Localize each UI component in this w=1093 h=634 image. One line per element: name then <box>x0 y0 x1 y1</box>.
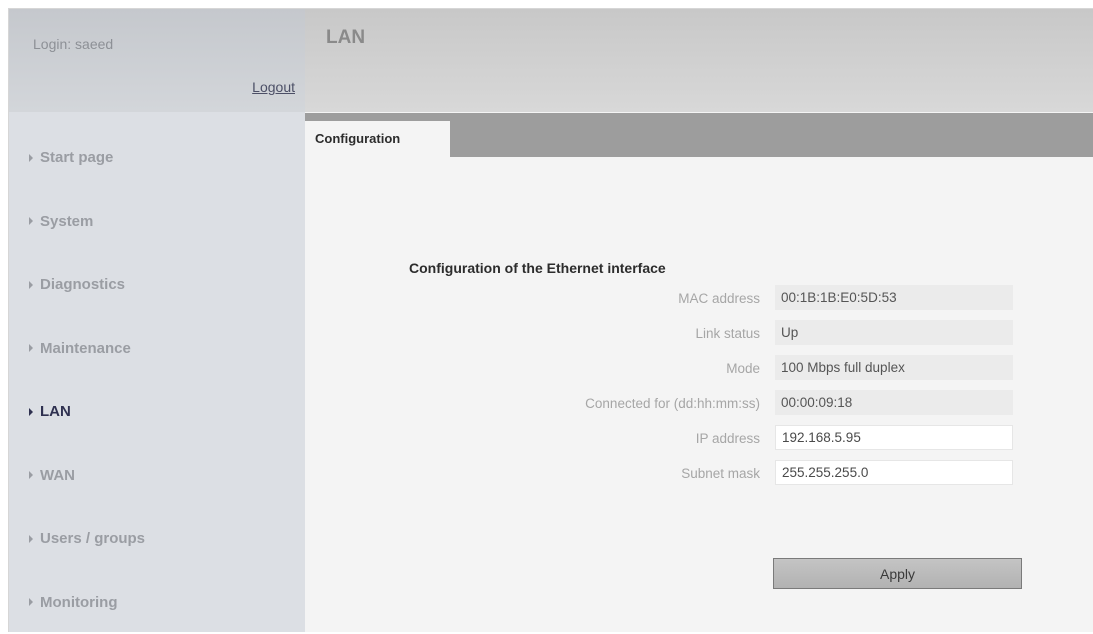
subnet-mask-field[interactable]: 255.255.255.0 <box>775 460 1013 485</box>
apply-button[interactable]: Apply <box>773 558 1022 589</box>
main-panel: LAN Configuration Configuration of the E… <box>305 9 1093 632</box>
page-header: LAN <box>305 9 1093 112</box>
sidebar-item-wan[interactable]: WAN <box>9 444 305 508</box>
field-label: IP address <box>696 431 760 446</box>
arrow-right-icon <box>29 154 33 162</box>
sidebar-item-label: Maintenance <box>40 340 131 357</box>
sidebar-item-diagnostics[interactable]: Diagnostics <box>9 253 305 317</box>
logout-link[interactable]: Logout <box>252 79 295 95</box>
arrow-right-icon <box>29 281 33 289</box>
ip-address-field[interactable]: 192.168.5.95 <box>775 425 1013 450</box>
nav-menu: Start page System Diagnostics Maintenanc… <box>9 126 305 634</box>
sidebar-item-system[interactable]: System <box>9 190 305 254</box>
field-label: Mode <box>726 361 760 376</box>
ip-address-row: IP address 192.168.5.95 <box>305 425 1093 453</box>
app-frame: Login: saeed Logout Start page System Di… <box>8 8 1093 632</box>
section-title: Configuration of the Ethernet interface <box>409 260 666 276</box>
login-panel: Login: saeed Logout <box>9 9 305 112</box>
arrow-right-icon <box>29 217 33 225</box>
content-area: Configuration of the Ethernet interface … <box>305 157 1093 632</box>
sidebar: Login: saeed Logout Start page System Di… <box>9 9 305 632</box>
sidebar-item-lan[interactable]: LAN <box>9 380 305 444</box>
subnet-mask-row: Subnet mask 255.255.255.0 <box>305 460 1093 488</box>
sidebar-item-maintenance[interactable]: Maintenance <box>9 317 305 381</box>
mac-address-value: 00:1B:1B:E0:5D:53 <box>775 285 1013 310</box>
field-label: Subnet mask <box>681 466 760 481</box>
tab-configuration[interactable]: Configuration <box>305 121 450 157</box>
sidebar-item-label: WAN <box>40 467 75 484</box>
mode-value: 100 Mbps full duplex <box>775 355 1013 380</box>
sidebar-item-label: LAN <box>40 403 71 420</box>
sidebar-item-label: System <box>40 213 93 230</box>
sidebar-item-label: Monitoring <box>40 594 117 611</box>
sidebar-item-label: Users / groups <box>40 530 145 547</box>
page-title: LAN <box>326 27 365 49</box>
arrow-right-icon <box>29 535 33 543</box>
connected-for-row: Connected for (dd:hh:mm:ss) 00:00:09:18 <box>305 390 1093 418</box>
arrow-right-icon <box>29 471 33 479</box>
arrow-right-icon <box>29 408 33 416</box>
sidebar-item-monitoring[interactable]: Monitoring <box>9 571 305 634</box>
tab-label: Configuration <box>315 131 400 146</box>
connected-for-value: 00:00:09:18 <box>775 390 1013 415</box>
arrow-right-icon <box>29 598 33 606</box>
mode-row: Mode 100 Mbps full duplex <box>305 355 1093 383</box>
link-status-value: Up <box>775 320 1013 345</box>
field-label: Connected for (dd:hh:mm:ss) <box>585 396 760 411</box>
sidebar-item-label: Start page <box>40 149 113 166</box>
arrow-right-icon <box>29 344 33 352</box>
login-text: Login: saeed <box>33 36 113 52</box>
sidebar-item-users-groups[interactable]: Users / groups <box>9 507 305 571</box>
field-label: Link status <box>695 326 760 341</box>
link-status-row: Link status Up <box>305 320 1093 348</box>
sidebar-item-label: Diagnostics <box>40 276 125 293</box>
sidebar-item-start-page[interactable]: Start page <box>9 126 305 190</box>
field-label: MAC address <box>678 291 760 306</box>
mac-address-row: MAC address 00:1B:1B:E0:5D:53 <box>305 285 1093 313</box>
